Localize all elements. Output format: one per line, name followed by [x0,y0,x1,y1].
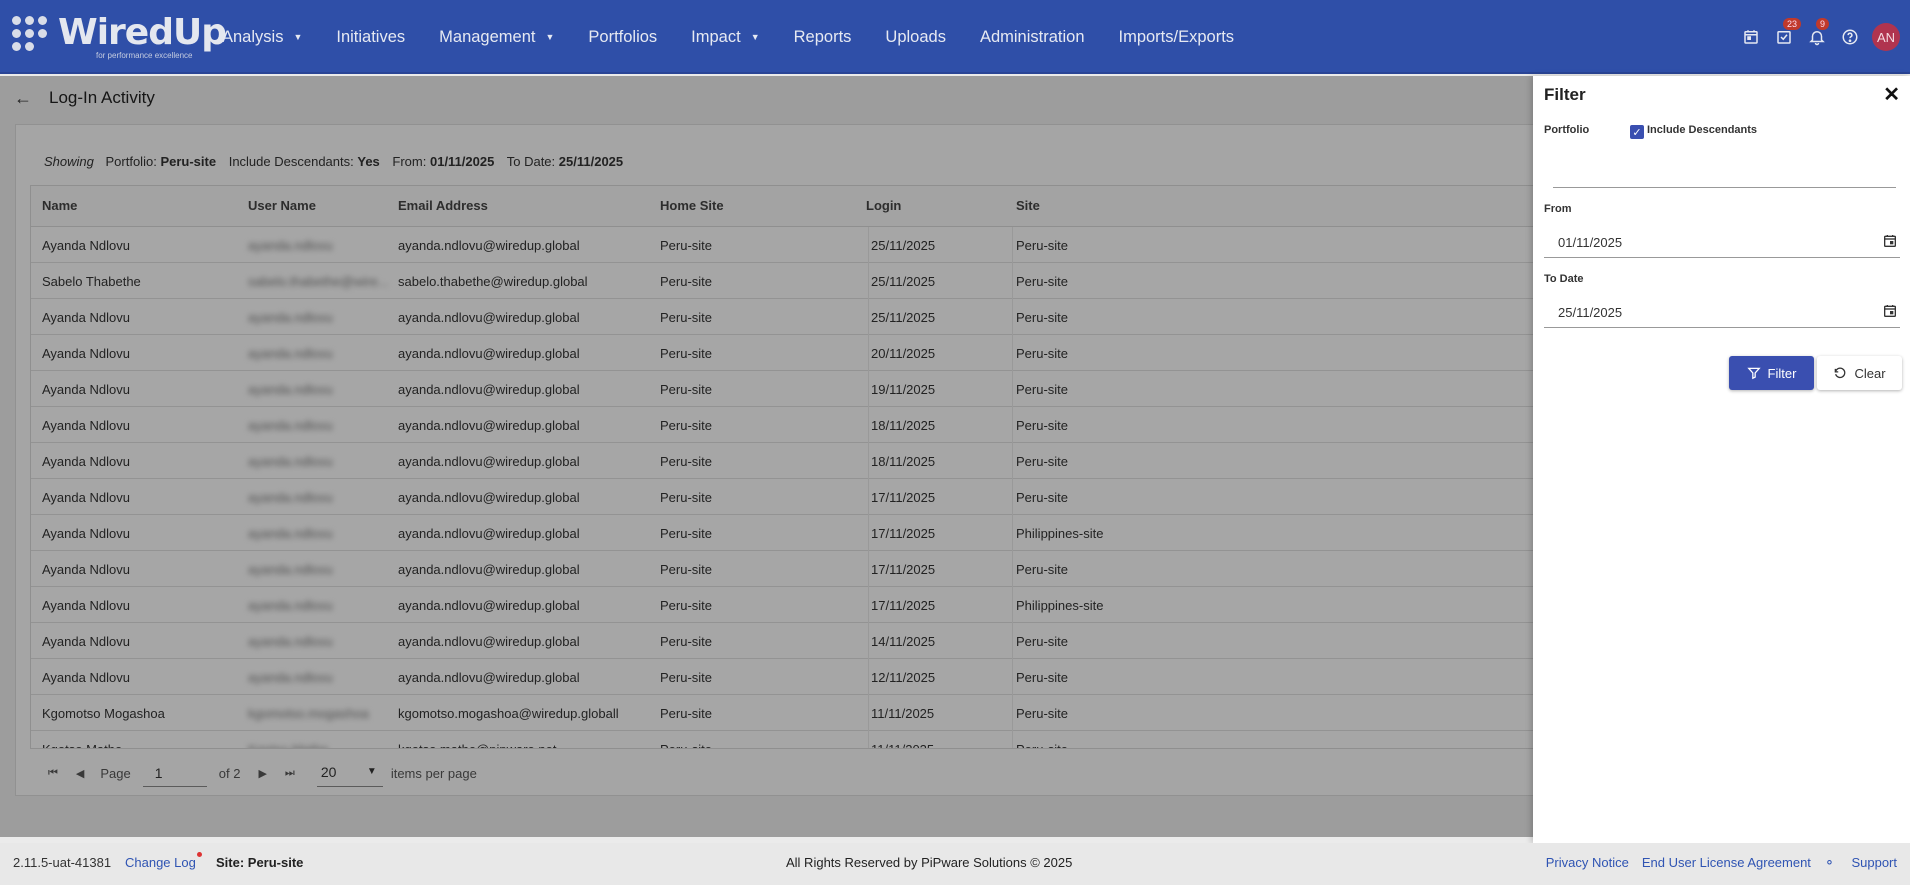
bell-icon[interactable]: 9 [1807,18,1830,47]
nav-uploads[interactable]: Uploads [885,28,946,47]
main-nav: Analysis ▼ Initiatives Management ▼ Portfolio… [222,0,1268,74]
change-log-indicator [197,852,202,857]
nav-label: Management [439,27,536,46]
nav-label: Analysis [222,27,284,46]
nav-initiatives[interactable]: Initiatives [336,28,405,47]
change-log-link[interactable]: Change Log [125,855,196,870]
portfolio-select[interactable] [1553,187,1896,188]
close-icon[interactable]: ✕ [1883,82,1900,107]
clear-button[interactable]: Clear [1817,356,1902,390]
nav-portfolios[interactable]: Portfolios [588,28,657,47]
header-actions: 23 9 AN [1728,0,1910,74]
include-descendants-checkbox[interactable]: ✓ [1630,125,1644,139]
wiredup-logo[interactable]: WiredUp for performance excellence [12,12,227,64]
top-navigation-bar: WiredUp for performance excellence Analy… [0,0,1910,74]
calendar-icon[interactable] [1882,303,1898,319]
privacy-notice-link[interactable]: Privacy Notice [1546,855,1629,871]
from-date-field[interactable]: 01/11/2025 [1544,230,1900,258]
eula-link[interactable]: End User License Agreement [1642,855,1811,871]
include-descendants-label[interactable]: Include Descendants [1647,124,1757,136]
calendar-icon[interactable] [1882,233,1898,249]
logo-dots-icon [12,16,52,56]
funnel-icon [1746,367,1761,380]
nav-label: Initiatives [336,27,406,46]
filter-button[interactable]: Filter [1729,356,1814,390]
clear-button-label: Clear [1854,365,1886,381]
user-avatar[interactable]: AN [1872,23,1900,51]
nav-reports[interactable]: Reports [794,28,852,47]
support-link[interactable]: ⚬ Support [1824,855,1897,871]
nav-impact[interactable]: Impact ▼ [691,28,759,47]
footer-links: Privacy Notice End User License Agreemen… [1533,855,1897,871]
calendar-icon[interactable] [1741,27,1761,47]
to-date-label: To Date [1544,273,1584,285]
to-date-value: 25/11/2025 [1558,305,1623,320]
notifications-badge: 9 [1816,18,1830,30]
support-label: Support [1851,855,1897,870]
nav-label: Reports [793,27,852,46]
nav-analysis[interactable]: Analysis ▼ [222,28,302,47]
nav-management[interactable]: Management ▼ [439,28,554,47]
from-label: From [1544,203,1572,215]
nav-label: Administration [979,27,1085,46]
nav-label: Impact [691,27,741,46]
to-date-field[interactable]: 25/11/2025 [1544,300,1900,328]
tasks-icon[interactable]: 23 [1774,18,1802,47]
help-icon[interactable] [1840,27,1860,47]
from-date-value: 01/11/2025 [1558,235,1623,250]
tasks-badge: 23 [1783,18,1802,30]
filter-button-label: Filter [1767,365,1797,381]
undo-icon [1835,367,1846,379]
copyright-text: All Rights Reserved by PiPware Solutions… [786,855,1073,870]
nav-label: Imports/Exports [1118,27,1235,46]
chevron-down-icon: ▼ [750,32,760,42]
nav-imports-exports[interactable]: Imports/Exports [1119,28,1235,47]
portfolio-label: Portfolio [1544,124,1590,136]
nav-administration[interactable]: Administration [980,28,1085,47]
logo-text: WiredUp [58,12,227,53]
filter-panel-title: Filter [1544,85,1586,104]
nav-label: Portfolios [588,27,658,46]
chevron-down-icon: ▼ [293,32,303,42]
chevron-down-icon: ▼ [545,32,555,42]
version-label: 2.11.5-uat-41381 [13,855,112,870]
filter-panel: Filter ✕ Portfolio ✓ Include Descendants… [1533,76,1910,843]
nav-label: Uploads [885,27,946,46]
current-site: Site: Peru-site [216,855,304,870]
footer: 2.11.5-uat-41381 Change Log Site: Peru-s… [0,843,1910,885]
logo-tagline: for performance excellence [96,51,193,60]
